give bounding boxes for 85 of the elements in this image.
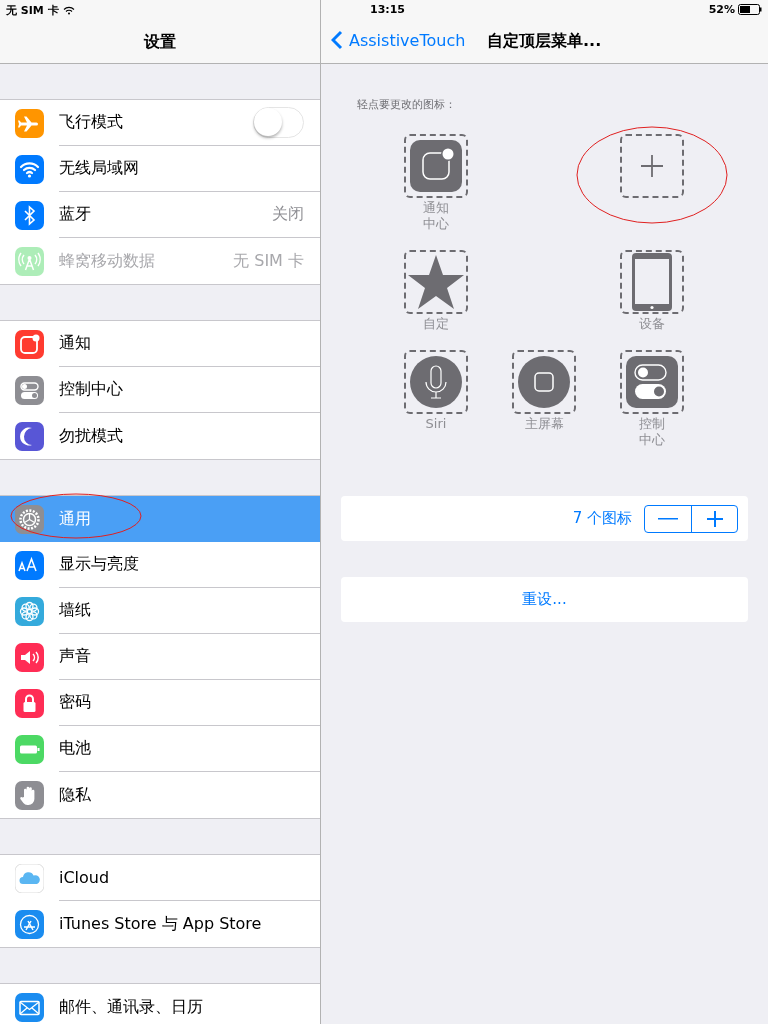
row-label: 通知 bbox=[59, 333, 92, 354]
row-value: 无 SIM 卡 bbox=[233, 250, 304, 272]
menu-slot[interactable] bbox=[404, 250, 468, 314]
settings-row[interactable]: 显示与亮度 bbox=[0, 542, 320, 588]
chevron-left-icon bbox=[331, 30, 343, 50]
settings-row[interactable]: 密码 bbox=[0, 680, 320, 726]
row-label: 电池 bbox=[59, 738, 92, 759]
microphone-icon bbox=[410, 356, 462, 408]
notification-icon bbox=[410, 140, 462, 192]
app-store-icon bbox=[15, 909, 44, 939]
bluetooth-icon bbox=[15, 200, 44, 230]
clock-text: 13:15 bbox=[370, 3, 405, 16]
row-label: 隐私 bbox=[59, 784, 92, 806]
star-icon bbox=[407, 254, 465, 310]
row-label: 墙纸 bbox=[59, 600, 92, 621]
notification-icon bbox=[15, 329, 44, 359]
back-button[interactable]: AssistiveTouch bbox=[331, 30, 466, 50]
flower-icon bbox=[15, 596, 44, 626]
speaker-icon bbox=[15, 642, 44, 672]
tablet-icon bbox=[632, 253, 672, 311]
settings-row[interactable]: iTunes Store 与 App Store bbox=[0, 901, 320, 947]
row-label: iTunes Store 与 App Store bbox=[59, 913, 263, 935]
row-label: 无线局域网 bbox=[59, 158, 140, 179]
row-label: 勿扰模式 bbox=[59, 425, 124, 447]
settings-row[interactable]: 声音 bbox=[0, 634, 320, 680]
gear-icon bbox=[15, 504, 44, 534]
slot-label: 控制中心 bbox=[638, 416, 666, 448]
minus-icon bbox=[658, 517, 678, 520]
carrier-text: 无 SIM 卡 bbox=[6, 3, 59, 18]
menu-slot[interactable] bbox=[512, 350, 576, 414]
home-button-icon bbox=[518, 356, 570, 408]
battery-percent: 52% bbox=[708, 3, 735, 16]
settings-row[interactable]: 勿扰模式 bbox=[0, 413, 320, 459]
settings-row[interactable]: 墙纸 bbox=[0, 588, 320, 634]
row-label: 蓝牙 bbox=[59, 204, 92, 225]
hand-icon bbox=[15, 780, 44, 810]
text-size-icon bbox=[15, 550, 44, 580]
settings-row[interactable]: 电池 bbox=[0, 726, 320, 772]
row-label: 通用 bbox=[59, 508, 92, 530]
menu-slot[interactable] bbox=[404, 134, 468, 198]
icon-count: 7 个图标 bbox=[572, 509, 632, 528]
wifi-icon bbox=[15, 154, 44, 184]
toggles-icon bbox=[626, 356, 678, 408]
sidebar-title: 设置 bbox=[142, 32, 177, 53]
battery-icon bbox=[738, 4, 762, 15]
instruction-text: 轻点要更改的图标： bbox=[357, 97, 456, 112]
page-title: 自定顶层菜单... bbox=[487, 31, 602, 52]
row-label: 蜂窝移动数据 bbox=[59, 250, 156, 272]
add-slot[interactable] bbox=[620, 134, 684, 198]
wifi-signal-icon bbox=[62, 6, 75, 15]
row-label: 邮件、通讯录、日历 bbox=[59, 996, 204, 1018]
lock-icon bbox=[15, 688, 44, 718]
antenna-icon bbox=[15, 246, 44, 276]
settings-row[interactable]: iCloud bbox=[0, 855, 320, 901]
slot-label: 自定 bbox=[422, 316, 450, 332]
cloud-icon bbox=[15, 863, 44, 893]
settings-row[interactable]: 蓝牙 关闭 bbox=[0, 192, 320, 238]
menu-slot[interactable] bbox=[620, 350, 684, 414]
menu-slot[interactable] bbox=[404, 350, 468, 414]
row-label: 控制中心 bbox=[59, 379, 124, 400]
row-label: 声音 bbox=[59, 646, 92, 667]
plus-icon bbox=[640, 154, 664, 178]
airplane-icon bbox=[15, 108, 44, 138]
settings-row[interactable]: 无线局域网 bbox=[0, 146, 320, 192]
settings-row[interactable]: 隐私 bbox=[0, 772, 320, 818]
toggles-icon bbox=[15, 375, 44, 405]
row-label: 飞行模式 bbox=[59, 112, 124, 133]
battery-icon bbox=[15, 734, 44, 764]
settings-row[interactable]: 通知 bbox=[0, 321, 320, 367]
row-label: 显示与亮度 bbox=[59, 554, 140, 575]
slot-label: 通知中心 bbox=[422, 200, 450, 232]
slot-label: Siri bbox=[424, 416, 448, 432]
toggle-switch[interactable] bbox=[253, 107, 304, 138]
slot-label: 设备 bbox=[638, 316, 666, 332]
settings-row[interactable]: 飞行模式 bbox=[0, 100, 320, 146]
settings-row[interactable]: 邮件、通讯录、日历 bbox=[0, 984, 320, 1024]
settings-row[interactable]: 控制中心 bbox=[0, 367, 320, 413]
reset-button[interactable]: 重设... bbox=[518, 586, 571, 613]
row-label: 密码 bbox=[59, 692, 92, 713]
slot-label: 主屏幕 bbox=[523, 416, 565, 432]
row-value: 关闭 bbox=[272, 204, 304, 225]
moon-icon bbox=[15, 421, 44, 451]
menu-slot[interactable] bbox=[620, 250, 684, 314]
row-label: iCloud bbox=[59, 868, 111, 887]
plus-icon bbox=[706, 510, 723, 527]
